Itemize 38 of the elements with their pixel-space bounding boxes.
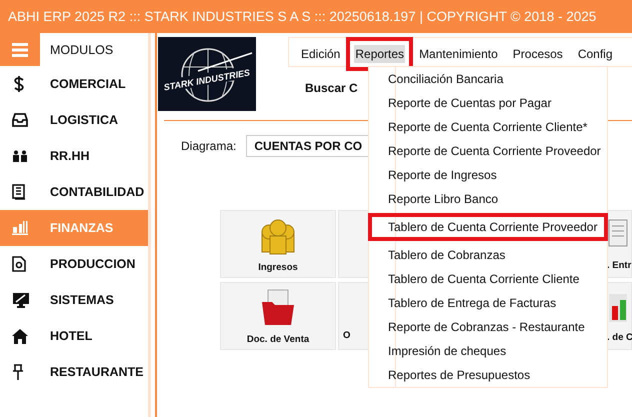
tile-label: O bbox=[343, 330, 350, 341]
people-icon bbox=[12, 150, 28, 162]
tile-button[interactable]: Ingresos bbox=[220, 210, 336, 278]
home-icon bbox=[12, 328, 28, 344]
menu-item[interactable]: Tablero de Cuenta Corriente Proveedor bbox=[368, 213, 608, 241]
document-icon bbox=[12, 184, 26, 200]
menu-item[interactable]: Tablero de Cobranzas bbox=[368, 243, 608, 267]
sidebar-item[interactable]: HOTEL bbox=[0, 318, 148, 354]
menu-item[interactable]: Reporte de Cuentas por Pagar bbox=[368, 91, 608, 115]
menu-item[interactable]: Impresión de cheques bbox=[368, 339, 608, 363]
dollar-icon bbox=[12, 76, 26, 92]
menu-item[interactable]: Reportes de Presupuestos bbox=[368, 363, 608, 387]
sidebar-item[interactable]: RESTAURANTE bbox=[0, 354, 148, 390]
sidebar-item[interactable]: COMERCIAL bbox=[0, 66, 148, 102]
inbox-icon bbox=[12, 113, 28, 127]
menu-item[interactable]: Tablero de Entrega de Facturas bbox=[368, 291, 608, 315]
gear-document-icon bbox=[12, 256, 26, 272]
menu-item[interactable]: Reporte de Cobranzas - Restaurante bbox=[368, 315, 608, 339]
sidebar-item[interactable]: SISTEMAS bbox=[0, 282, 148, 318]
sidebar-item[interactable]: LOGISTICA bbox=[0, 102, 148, 138]
menu-button[interactable] bbox=[0, 33, 40, 66]
sidebar-header: MODULOS bbox=[50, 42, 114, 56]
tile-label: Doc. de Venta bbox=[246, 334, 310, 344]
diagram-label: Diagrama: bbox=[181, 139, 236, 153]
window-title: ABHI ERP 2025 R2 ::: STARK INDUSTRIES S A S ::: 20250618.197 | COPYRIGHT © 2018 - 2025 bbox=[8, 9, 596, 24]
menu-item[interactable]: Tablero de Cuenta Corriente Cliente bbox=[368, 267, 608, 291]
tile-button[interactable]: Doc. de Venta bbox=[220, 282, 336, 350]
search-label: Buscar C bbox=[305, 81, 358, 95]
sidebar-item[interactable]: RR.HH bbox=[0, 138, 148, 174]
pin-icon bbox=[12, 364, 24, 380]
sidebar-item[interactable]: PRODUCCION bbox=[0, 246, 148, 282]
menu-icon bbox=[12, 42, 28, 56]
menu-item[interactable]: Reporte Libro Banco bbox=[368, 187, 608, 211]
monitor-icon bbox=[12, 292, 30, 308]
sidebar-item[interactable]: CONTABILIDAD bbox=[0, 174, 148, 210]
menu-item[interactable]: Reporte de Ingresos bbox=[368, 163, 608, 187]
tile-label: Ingresos bbox=[258, 262, 298, 272]
menu-tab[interactable]: Reportes bbox=[346, 37, 414, 71]
